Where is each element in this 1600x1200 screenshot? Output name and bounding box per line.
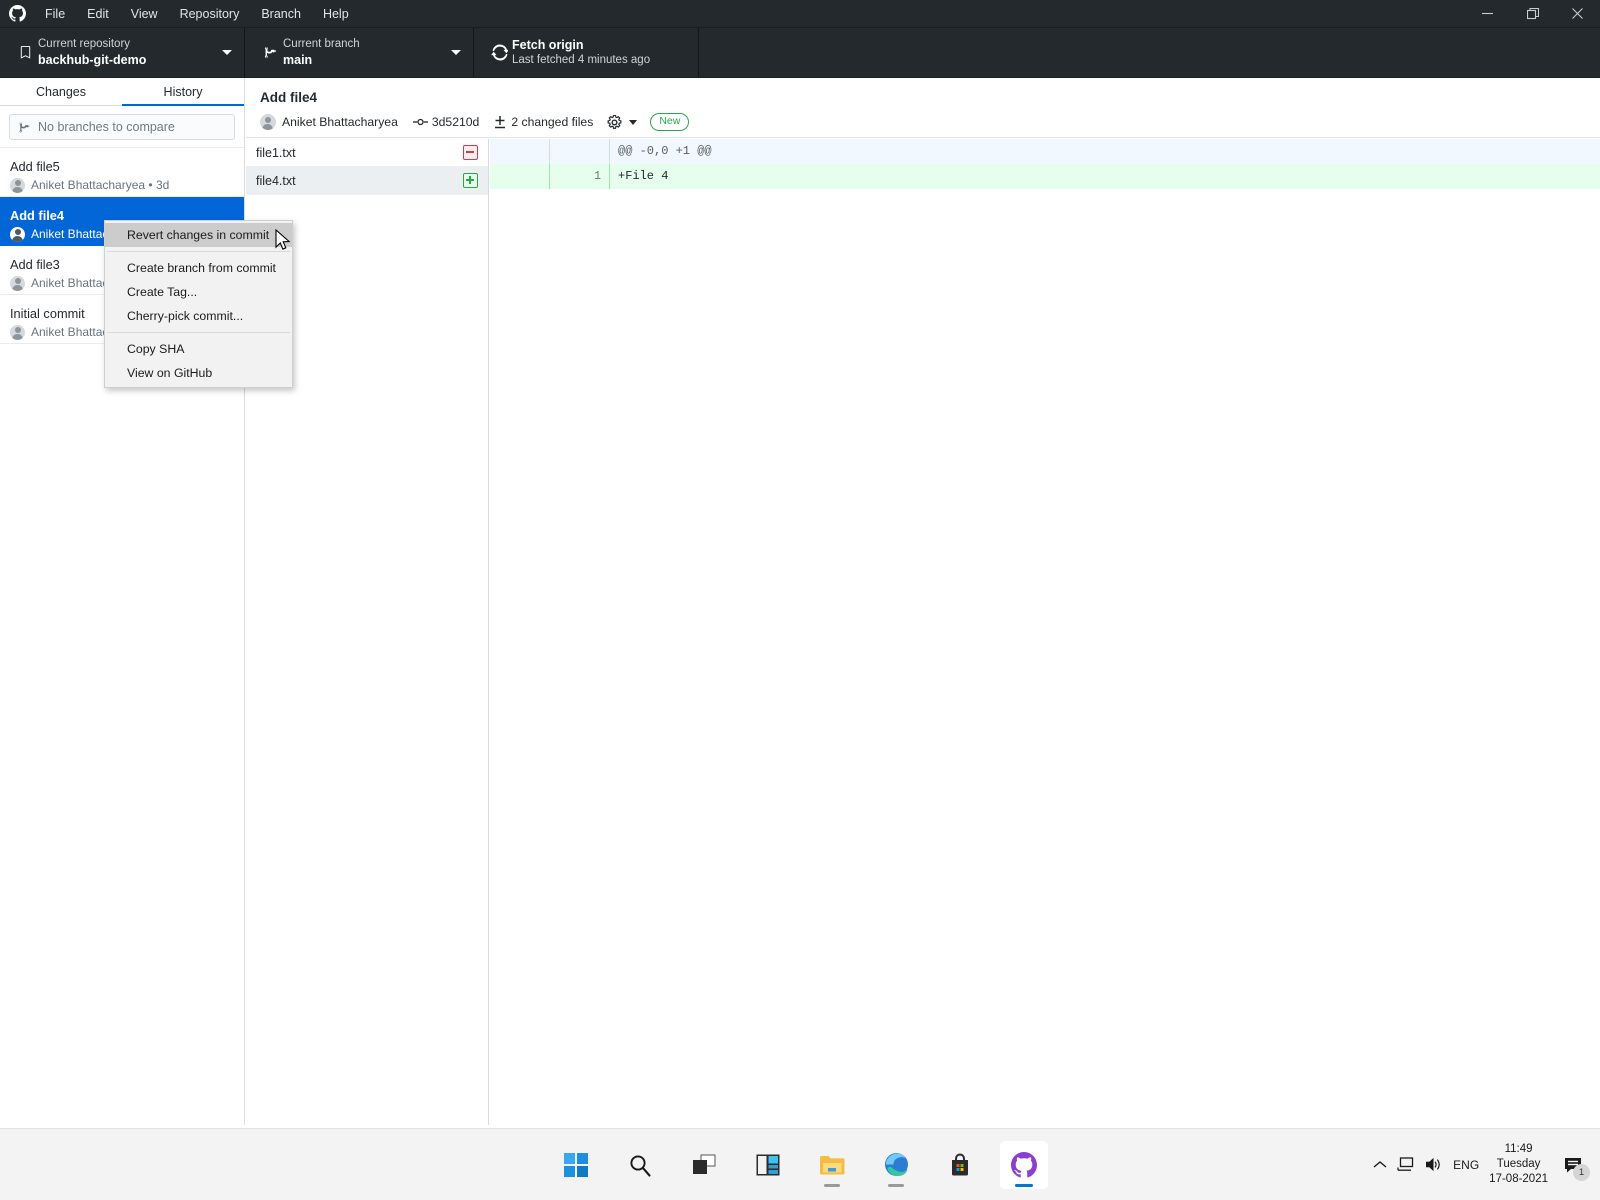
menu-item-repository[interactable]: Repository	[169, 0, 251, 28]
fetch-origin-button[interactable]: Fetch origin Last fetched 4 minutes ago	[474, 28, 699, 77]
branch-name: main	[283, 53, 313, 67]
branch-compare-placeholder: No branches to compare	[38, 120, 175, 134]
window-controls	[1465, 0, 1600, 28]
commit-summary: Add file5	[10, 158, 60, 174]
start-button[interactable]	[552, 1141, 600, 1189]
file-row[interactable]: file1.txt	[246, 139, 488, 167]
diff-line-added: 1 +File 4	[490, 164, 1600, 189]
file-row[interactable]: file4.txt	[246, 167, 488, 195]
branch-compare-wrapper: No branches to compare	[0, 106, 244, 147]
github-desktop-window: File Edit View Repository Branch Help Cu…	[0, 0, 1600, 1200]
maximize-restore-button[interactable]	[1510, 0, 1555, 28]
diff-gutter-new	[550, 139, 610, 164]
fetch-title: Fetch origin	[512, 38, 584, 52]
commit-meta: Aniket Bhattacharyea 3d5210d 2 changed f…	[260, 113, 1586, 131]
notification-center-button[interactable]: 1	[1558, 1150, 1590, 1181]
current-repository-button[interactable]: Current repository backhub-git-demo	[0, 28, 245, 77]
microsoft-store-icon[interactable]	[936, 1141, 984, 1189]
avatar	[260, 114, 276, 130]
context-menu-item-view-on-github[interactable]: View on GitHub	[105, 361, 292, 385]
windows-taskbar: ENG 11:49 Tuesday 17-08-2021 1	[0, 1128, 1600, 1200]
repository-label: Current repository	[38, 38, 131, 50]
tab-changes[interactable]: Changes	[0, 78, 122, 105]
avatar	[10, 226, 25, 242]
context-menu-separator	[107, 332, 290, 333]
current-branch-button[interactable]: Current branch main	[245, 28, 474, 77]
close-button[interactable]	[1555, 0, 1600, 28]
context-menu-item-copy-sha[interactable]: Copy SHA	[105, 337, 292, 361]
microsoft-edge-icon[interactable]	[872, 1141, 920, 1189]
menu-bar: File Edit View Repository Branch Help	[34, 0, 360, 28]
branch-compare-field[interactable]: No branches to compare	[9, 114, 235, 140]
menu-item-view[interactable]: View	[120, 0, 169, 28]
menu-item-file[interactable]: File	[34, 0, 76, 28]
diff-gutter-new: 1	[550, 164, 610, 189]
diff-code: +File 4	[618, 169, 669, 183]
file-name: file1.txt	[256, 145, 296, 160]
commit-sha-icon	[412, 117, 428, 127]
file-status-deleted-icon	[463, 145, 478, 160]
avatar	[10, 177, 25, 193]
status-badge: New	[650, 113, 690, 131]
task-view-icon[interactable]	[680, 1141, 728, 1189]
commit-author-name: Aniket Bhattacharyea	[282, 115, 398, 129]
file-name: file4.txt	[256, 173, 296, 188]
app-running-indicator	[888, 1183, 904, 1187]
repository-name: backhub-git-demo	[38, 53, 147, 67]
context-menu-item-create-branch[interactable]: Create branch from commit	[105, 256, 292, 280]
avatar	[10, 275, 25, 291]
context-menu-item-create-tag[interactable]: Create Tag...	[105, 280, 292, 304]
branch-label: Current branch	[283, 38, 360, 50]
commit-author: Aniket Bhattacharyea • 3d	[31, 178, 170, 192]
branch-icon	[257, 45, 283, 60]
changed-files-icon	[494, 115, 506, 129]
gear-icon[interactable]	[607, 114, 622, 130]
fetch-subtitle: Last fetched 4 minutes ago	[512, 54, 651, 66]
app-toolbar: Current repository backhub-git-demo Curr…	[0, 28, 1600, 78]
diff-gutter-old	[490, 164, 550, 189]
github-desktop-icon[interactable]	[1000, 1140, 1048, 1189]
commit-title: Add file4	[260, 90, 318, 105]
toolbar-empty-space	[699, 28, 1600, 77]
app-active-indicator	[1015, 1183, 1033, 1187]
menu-item-edit[interactable]: Edit	[76, 0, 120, 28]
minimize-button[interactable]	[1465, 0, 1510, 28]
context-menu-item-cherry-pick[interactable]: Cherry-pick commit...	[105, 304, 292, 328]
context-menu-item-revert-changes[interactable]: Revert changes in commit	[105, 223, 292, 247]
sync-icon	[486, 44, 512, 61]
sidebar-tabs: Changes History	[0, 78, 244, 106]
commit-list-item[interactable]: Add file5 Aniket Bhattacharyea • 3d	[0, 148, 244, 197]
diff-line-hunk: @@ -0,0 +1 @@	[490, 139, 1600, 164]
file-explorer-icon[interactable]	[808, 1141, 856, 1189]
file-status-added-icon	[463, 173, 478, 188]
diff-code: @@ -0,0 +1 @@	[618, 144, 712, 158]
chevron-down-icon	[451, 50, 461, 55]
taskbar-app-buttons	[0, 1140, 1600, 1189]
diff-gutter-old	[490, 139, 550, 164]
menu-item-help[interactable]: Help	[312, 0, 360, 28]
menu-item-branch[interactable]: Branch	[250, 0, 312, 28]
avatar	[10, 324, 25, 340]
title-bar: File Edit View Repository Branch Help	[0, 0, 1600, 28]
widgets-icon[interactable]	[744, 1141, 792, 1189]
notification-count-badge: 1	[1573, 1163, 1590, 1181]
tab-history[interactable]: History	[122, 78, 244, 106]
search-icon[interactable]	[616, 1141, 664, 1189]
context-menu-separator	[107, 251, 290, 252]
commit-sha[interactable]: 3d5210d	[432, 115, 479, 129]
repository-icon	[12, 45, 38, 60]
chevron-down-icon	[222, 50, 232, 55]
commit-context-menu: Revert changes in commit Create branch f…	[104, 220, 293, 388]
commit-detail-header: Add file4 Aniket Bhattacharyea 3d5210d 2…	[246, 78, 1600, 138]
chevron-down-icon[interactable]	[629, 119, 638, 125]
github-logo-icon	[0, 5, 34, 22]
app-running-indicator	[824, 1183, 840, 1187]
changed-files-count: 2 changed files	[511, 115, 594, 129]
diff-viewer: @@ -0,0 +1 @@ 1 +File 4	[490, 139, 1600, 1125]
